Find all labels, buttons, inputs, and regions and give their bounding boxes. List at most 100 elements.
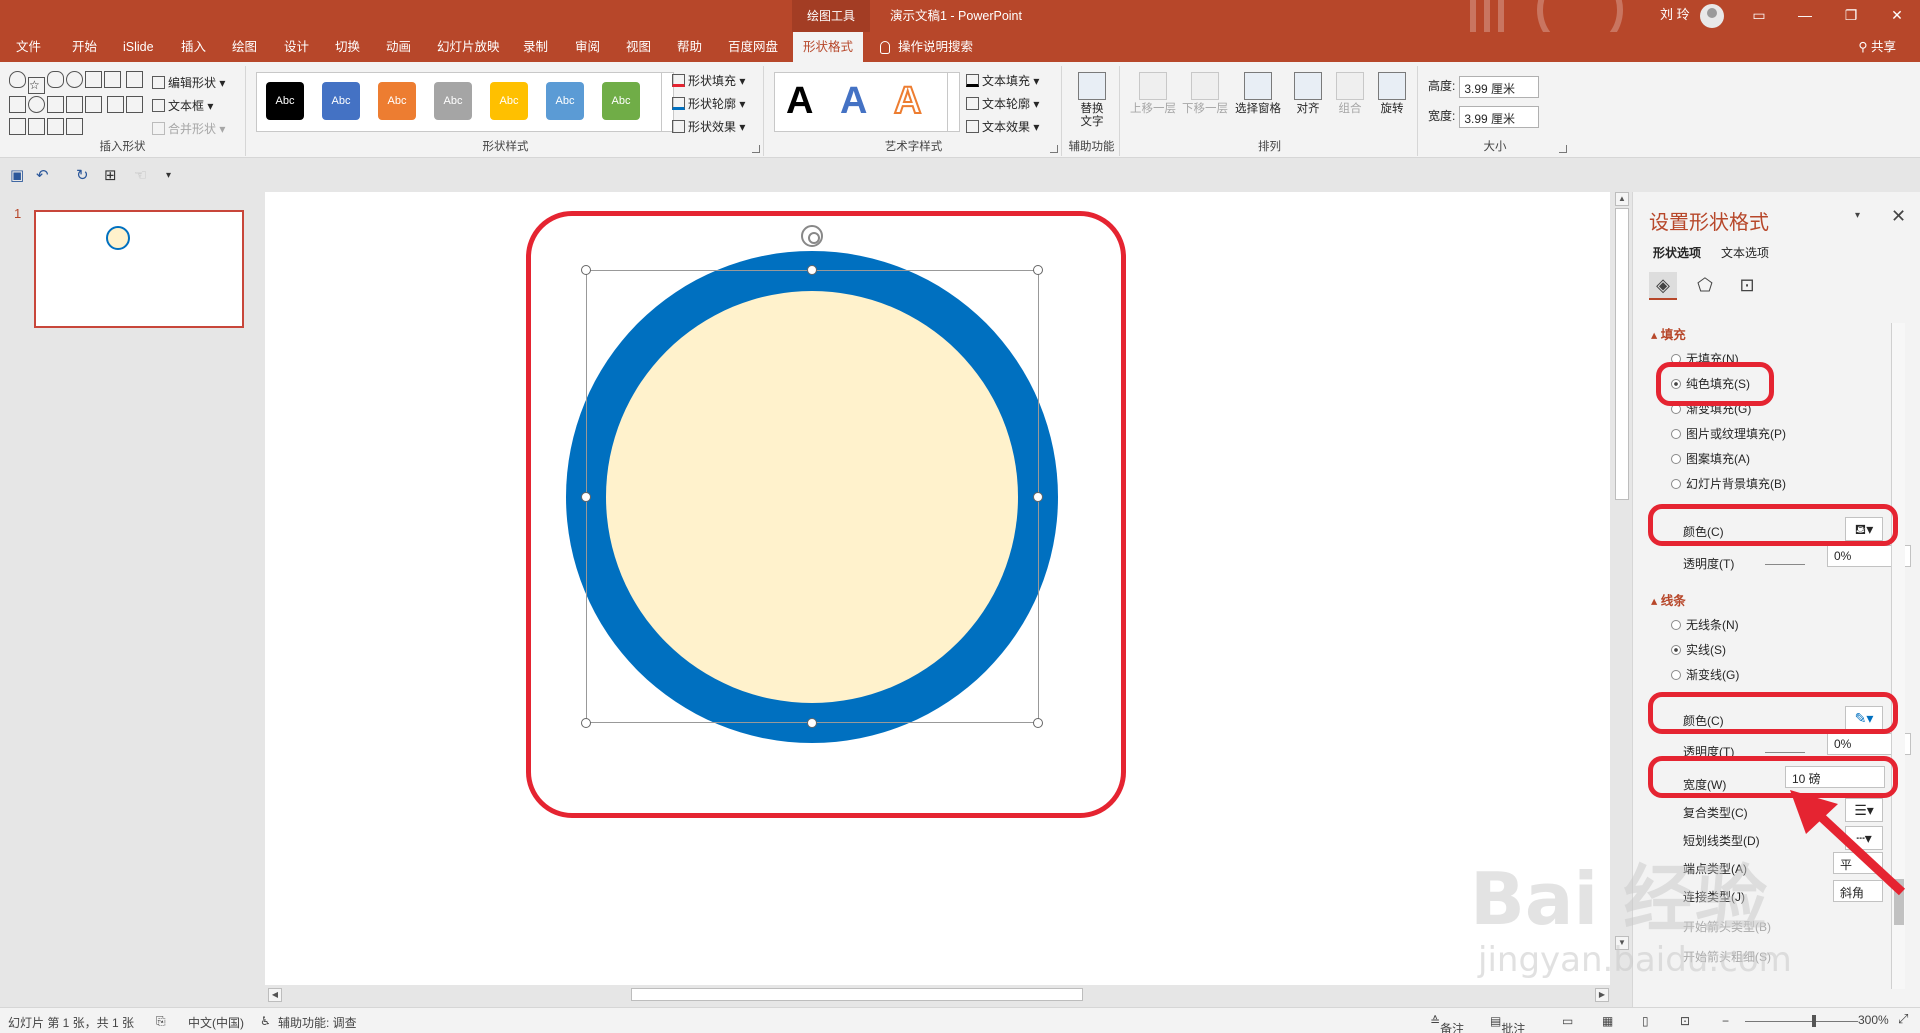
redo-icon[interactable]: ↻ bbox=[76, 166, 89, 184]
touch-mode-icon[interactable]: ☜ bbox=[134, 166, 147, 184]
reading-view-icon[interactable]: ▯ bbox=[1642, 1014, 1649, 1028]
tab-record[interactable]: 录制 bbox=[523, 32, 548, 62]
scroll-thumb[interactable] bbox=[631, 988, 1083, 1001]
tab-shape-format[interactable]: 形状格式 bbox=[793, 32, 864, 62]
tab-slideshow[interactable]: 幻灯片放映 bbox=[437, 32, 500, 62]
tab-text-options[interactable]: 文本选项 bbox=[1721, 244, 1769, 261]
tell-me-search[interactable]: 操作说明搜索 bbox=[880, 32, 973, 62]
shape-fill-button[interactable]: 形状填充 ▾ bbox=[672, 72, 745, 89]
shape-outline-button[interactable]: 形状轮廓 ▾ bbox=[672, 95, 745, 112]
scroll-thumb[interactable] bbox=[1615, 208, 1629, 500]
customize-qat-icon[interactable]: ▾ bbox=[166, 170, 171, 181]
shape-style-swatch[interactable]: Abc bbox=[602, 82, 640, 120]
rotate-button[interactable]: 旋转 bbox=[1372, 72, 1412, 116]
group-button[interactable]: 组合 bbox=[1330, 72, 1370, 116]
tab-home[interactable]: 开始 bbox=[72, 32, 97, 62]
text-outline-button[interactable]: 文本轮廓 ▾ bbox=[966, 95, 1039, 112]
zoom-level[interactable]: 300% bbox=[1858, 1013, 1889, 1027]
dialog-launcher-icon[interactable] bbox=[1559, 145, 1567, 153]
close-icon[interactable]: ✕ bbox=[1891, 206, 1906, 227]
tab-design[interactable]: 设计 bbox=[284, 32, 309, 62]
wordart-style[interactable]: A bbox=[893, 79, 922, 123]
text-box-button[interactable]: 文本框 ▾ bbox=[152, 97, 213, 114]
pane-options-icon[interactable]: ▾ bbox=[1855, 210, 1860, 221]
merge-shapes-button[interactable]: 合并形状 ▾ bbox=[152, 120, 225, 137]
minimize-icon[interactable]: — bbox=[1782, 0, 1828, 32]
tab-transitions[interactable]: 切换 bbox=[335, 32, 360, 62]
width-input[interactable]: 3.99 厘米 bbox=[1459, 106, 1540, 128]
size-properties-icon[interactable]: ⊡ bbox=[1733, 272, 1761, 300]
restore-icon[interactable]: ❐ bbox=[1828, 0, 1874, 32]
align-button[interactable]: 对齐 bbox=[1288, 72, 1328, 116]
fill-transparency-slider[interactable] bbox=[1765, 564, 1805, 565]
shape-style-swatch[interactable]: Abc bbox=[266, 82, 304, 120]
tab-draw[interactable]: 绘图 bbox=[232, 32, 257, 62]
tab-animations[interactable]: 动画 bbox=[386, 32, 411, 62]
close-icon[interactable]: ✕ bbox=[1874, 0, 1920, 32]
shape-style-swatch[interactable]: Abc bbox=[322, 82, 360, 120]
tab-baidu-netdisk[interactable]: 百度网盘 bbox=[728, 32, 778, 62]
scroll-up-icon[interactable]: ▲ bbox=[1615, 192, 1629, 206]
save-icon[interactable]: ▣ bbox=[10, 166, 24, 184]
bring-forward-button[interactable]: 上移一层 bbox=[1128, 72, 1178, 116]
language-indicator[interactable]: 中文(中国) bbox=[188, 1014, 244, 1031]
text-effects-button[interactable]: 文本效果 ▾ bbox=[966, 118, 1039, 135]
tab-insert[interactable]: 插入 bbox=[181, 32, 206, 62]
radio-picture-fill[interactable]: 图片或纹理填充(P) bbox=[1671, 425, 1786, 442]
shapes-gallery[interactable]: ☆ bbox=[8, 70, 146, 135]
accessibility-status[interactable]: 辅助功能: 调查 bbox=[278, 1014, 357, 1031]
tab-file[interactable]: 文件 bbox=[16, 32, 41, 62]
shape-style-swatch[interactable]: Abc bbox=[490, 82, 528, 120]
slideshow-icon[interactable]: ⊡ bbox=[1680, 1014, 1690, 1028]
tab-islide[interactable]: iSlide bbox=[123, 32, 154, 62]
radio-gradient-line[interactable]: 渐变线(G) bbox=[1671, 666, 1739, 683]
radio-background-fill[interactable]: 幻灯片背景填充(B) bbox=[1671, 475, 1786, 492]
send-backward-button[interactable]: 下移一层 bbox=[1180, 72, 1230, 116]
alt-text-button[interactable]: 替换 文字 bbox=[1070, 72, 1114, 129]
scroll-left-icon[interactable]: ◀ bbox=[268, 988, 282, 1002]
wordart-style[interactable]: A bbox=[840, 80, 867, 123]
share-button[interactable]: ⚲ 共享 bbox=[1858, 32, 1896, 62]
shape-effects-button[interactable]: 形状效果 ▾ bbox=[672, 118, 745, 135]
radio-pattern-fill[interactable]: 图案填充(A) bbox=[1671, 450, 1750, 467]
slide-sorter-icon[interactable]: ▦ bbox=[1602, 1014, 1613, 1028]
undo-icon[interactable]: ↶ bbox=[36, 166, 49, 184]
fill-line-icon[interactable]: ◈ bbox=[1649, 272, 1677, 300]
line-transparency-slider[interactable] bbox=[1765, 752, 1805, 753]
dialog-launcher-icon[interactable] bbox=[752, 145, 760, 153]
tab-review[interactable]: 审阅 bbox=[575, 32, 600, 62]
zoom-out-icon[interactable]: − bbox=[1722, 1014, 1729, 1028]
wordart-style[interactable]: A bbox=[786, 80, 813, 123]
tab-shape-options[interactable]: 形状选项 bbox=[1653, 244, 1701, 261]
tab-view[interactable]: 视图 bbox=[626, 32, 651, 62]
radio-solid-line[interactable]: 实线(S) bbox=[1671, 641, 1726, 658]
line-section-header[interactable]: ▴ 线条 bbox=[1651, 590, 1686, 609]
height-input[interactable]: 3.99 厘米 bbox=[1459, 76, 1540, 98]
text-fill-button[interactable]: 文本填充 ▾ bbox=[966, 72, 1039, 89]
selection-pane-button[interactable]: 选择窗格 bbox=[1232, 72, 1284, 116]
dialog-launcher-icon[interactable] bbox=[1050, 145, 1058, 153]
slide-thumbnail[interactable] bbox=[34, 210, 244, 328]
shape-style-swatch[interactable]: Abc bbox=[546, 82, 584, 120]
ribbon-display-icon[interactable]: ▭ bbox=[1736, 0, 1782, 32]
edit-shape-button[interactable]: 编辑形状 ▾ bbox=[152, 74, 225, 91]
spellcheck-icon[interactable]: ⎘ bbox=[156, 1014, 166, 1029]
gallery-scroll[interactable] bbox=[947, 73, 959, 131]
comments-button[interactable]: ▤ 批注 bbox=[1490, 1014, 1525, 1033]
notes-button[interactable]: ≙ 备注 bbox=[1430, 1014, 1464, 1033]
normal-view-icon[interactable]: ▭ bbox=[1562, 1014, 1573, 1028]
scroll-right-icon[interactable]: ▶ bbox=[1595, 988, 1609, 1002]
shape-style-swatch[interactable]: Abc bbox=[434, 82, 472, 120]
radio-no-line[interactable]: 无线条(N) bbox=[1671, 616, 1739, 633]
avatar[interactable] bbox=[1700, 4, 1724, 28]
fill-section-header[interactable]: ▴ 填充 bbox=[1651, 324, 1686, 343]
zoom-slider[interactable] bbox=[1745, 1021, 1875, 1022]
fit-to-window-icon[interactable]: ⤢ bbox=[1898, 1011, 1908, 1027]
tab-help[interactable]: 帮助 bbox=[677, 32, 702, 62]
user-name[interactable]: 刘 玲 bbox=[1660, 0, 1690, 30]
shape-style-swatch[interactable]: Abc bbox=[378, 82, 416, 120]
present-icon[interactable]: ⊞ bbox=[104, 166, 117, 184]
effects-icon[interactable]: ⬠ bbox=[1691, 272, 1719, 300]
zoom-slider-thumb[interactable] bbox=[1812, 1015, 1816, 1027]
horizontal-scrollbar[interactable]: ◀ ▶ bbox=[265, 985, 1612, 1005]
